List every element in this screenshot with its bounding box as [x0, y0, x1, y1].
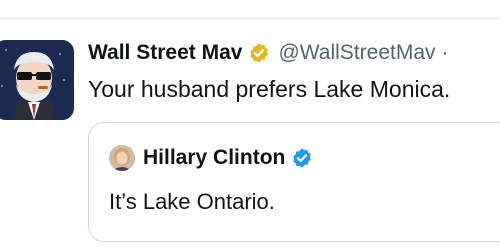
author-handle[interactable]: @WallStreetMav: [278, 41, 435, 65]
top-divider: [0, 18, 500, 19]
quoted-tweet-card[interactable]: Hillary Clinton It’s Lake Ontario.: [88, 122, 500, 242]
cartoon-man-sunglasses-avatar-icon: [0, 40, 74, 120]
verified-badge-icon: [291, 147, 313, 169]
separator-dot: ·: [441, 41, 449, 64]
author-name[interactable]: Wall Street Mav: [88, 41, 242, 65]
tweet-text: Your husband prefers Lake Monica.: [88, 76, 451, 102]
profile-photo-avatar-icon: [109, 145, 135, 171]
verified-badge-icon: [248, 42, 270, 64]
author-avatar[interactable]: [0, 40, 74, 120]
tweet-header: Wall Street Mav @WallStreetMav ·: [88, 38, 449, 68]
quoted-author-avatar[interactable]: [109, 145, 135, 171]
quoted-author-name[interactable]: Hillary Clinton: [143, 146, 285, 170]
quoted-tweet-text: It’s Lake Ontario.: [109, 189, 275, 214]
quoted-tweet-header: Hillary Clinton: [109, 145, 313, 171]
